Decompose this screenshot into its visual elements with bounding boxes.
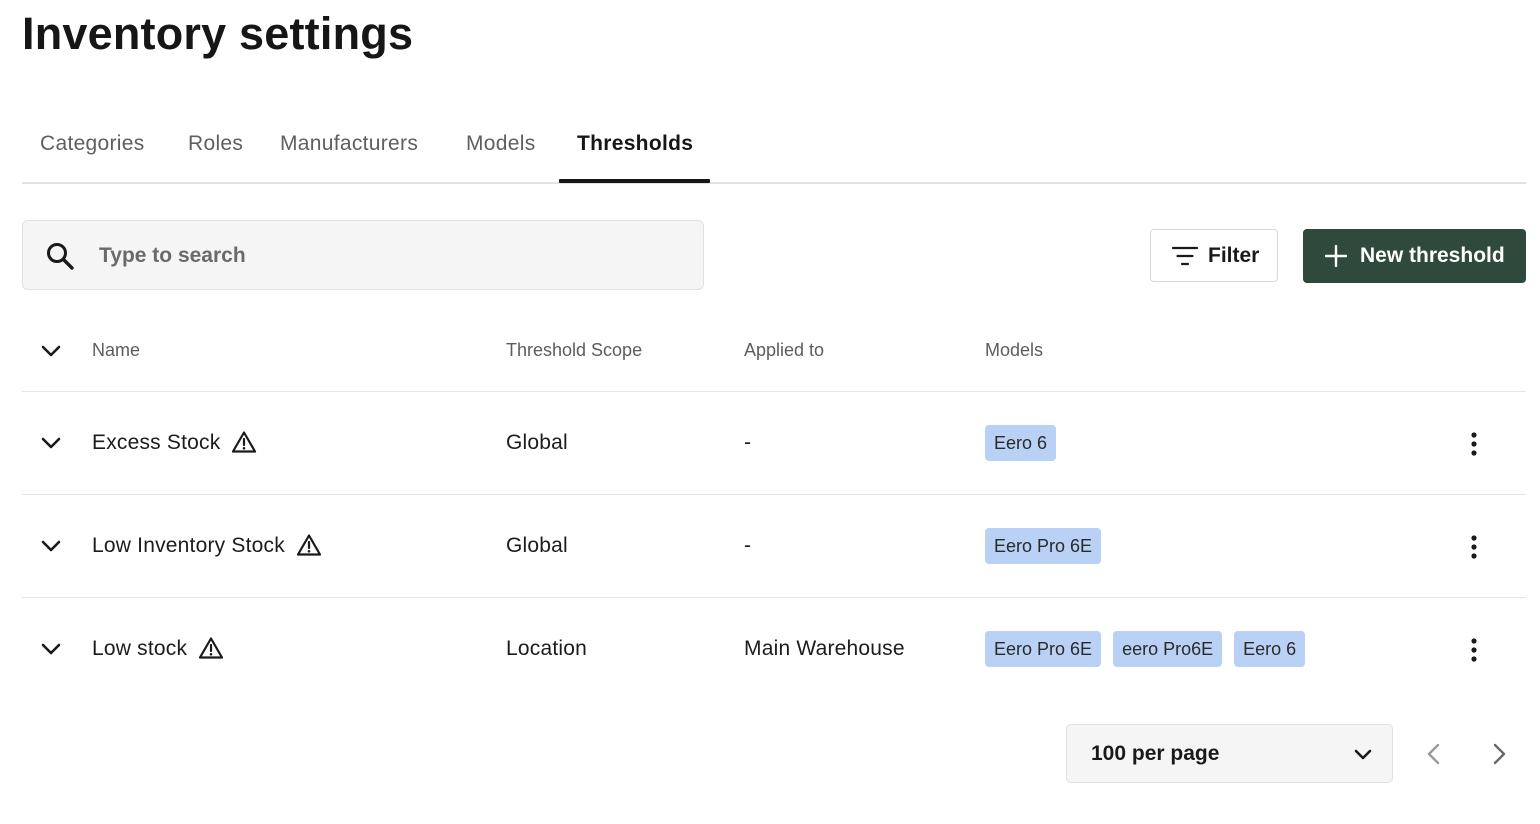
column-header-scope[interactable]: Threshold Scope — [506, 310, 642, 391]
row-scope: Global — [506, 534, 568, 557]
column-header-name[interactable]: Name — [92, 310, 140, 391]
table-header: Name Threshold Scope Applied to Models — [22, 310, 1526, 392]
tab-models[interactable]: Models — [466, 118, 536, 182]
row-models: Eero 6 — [985, 392, 1057, 494]
more-options-icon[interactable] — [1460, 533, 1488, 561]
new-threshold-button[interactable]: New threshold — [1303, 229, 1526, 283]
tab-roles[interactable]: Roles — [188, 118, 243, 182]
tab-bar: Categories Roles Manufacturers Models Th… — [22, 118, 1526, 184]
row-name-cell: Low Inventory Stock — [92, 495, 322, 597]
warning-icon — [232, 431, 257, 453]
search-box[interactable] — [22, 220, 704, 290]
new-threshold-label: New threshold — [1360, 244, 1505, 267]
warning-icon — [296, 534, 322, 556]
thresholds-table: Name Threshold Scope Applied to Models E… — [22, 310, 1526, 700]
filter-button-label: Filter — [1208, 244, 1260, 267]
more-options-icon[interactable] — [1460, 636, 1488, 664]
search-icon — [47, 243, 74, 270]
row-models: Eero Pro 6E — [985, 495, 1102, 597]
row-name: Excess Stock — [92, 431, 221, 454]
expand-all-chevron-icon[interactable] — [40, 344, 62, 358]
table-row[interactable]: Low Inventory Stock Global - Eero Pro 6E — [22, 495, 1526, 598]
per-page-value: 100 per page — [1091, 742, 1220, 765]
model-tag: Eero Pro 6E — [985, 528, 1102, 564]
model-tag: Eero Pro 6E — [985, 631, 1102, 667]
tab-categories[interactable]: Categories — [40, 118, 145, 182]
row-applied-to: - — [744, 431, 752, 454]
table-row[interactable]: Excess Stock Global - Eero 6 — [22, 392, 1526, 495]
per-page-select[interactable]: 100 per page — [1066, 724, 1393, 783]
expand-row-chevron-icon[interactable] — [40, 539, 62, 553]
model-tag: Eero 6 — [1234, 631, 1306, 667]
row-name: Low Inventory Stock — [92, 534, 285, 557]
row-scope: Global — [506, 431, 568, 454]
expand-row-chevron-icon[interactable] — [40, 642, 62, 656]
column-header-models[interactable]: Models — [985, 310, 1043, 391]
row-applied-to: - — [744, 534, 752, 557]
column-header-applied[interactable]: Applied to — [744, 310, 824, 391]
next-page-icon[interactable] — [1485, 740, 1513, 768]
filter-button[interactable]: Filter — [1150, 229, 1278, 282]
active-tab-indicator — [559, 179, 710, 183]
page-title: Inventory settings — [22, 8, 414, 59]
tab-manufacturers[interactable]: Manufacturers — [280, 118, 418, 182]
row-name: Low stock — [92, 637, 188, 660]
chevron-down-icon — [1354, 749, 1372, 760]
model-tag: eero Pro6E — [1113, 631, 1223, 667]
row-name-cell: Excess Stock — [92, 392, 257, 494]
row-models: Eero Pro 6E eero Pro6E Eero 6 — [985, 598, 1306, 700]
tab-thresholds[interactable]: Thresholds — [577, 118, 693, 182]
row-scope: Location — [506, 637, 587, 660]
row-name-cell: Low stock — [92, 598, 224, 700]
warning-icon — [199, 637, 224, 659]
more-options-icon[interactable] — [1460, 430, 1488, 458]
previous-page-icon[interactable] — [1420, 740, 1448, 768]
filter-icon — [1171, 246, 1199, 266]
expand-row-chevron-icon[interactable] — [40, 436, 62, 450]
row-applied-to: Main Warehouse — [744, 637, 905, 660]
plus-icon — [1325, 245, 1347, 267]
model-tag: Eero 6 — [985, 425, 1057, 461]
table-row[interactable]: Low stock Location Main Warehouse Eero P… — [22, 598, 1526, 700]
search-input[interactable] — [97, 235, 681, 277]
